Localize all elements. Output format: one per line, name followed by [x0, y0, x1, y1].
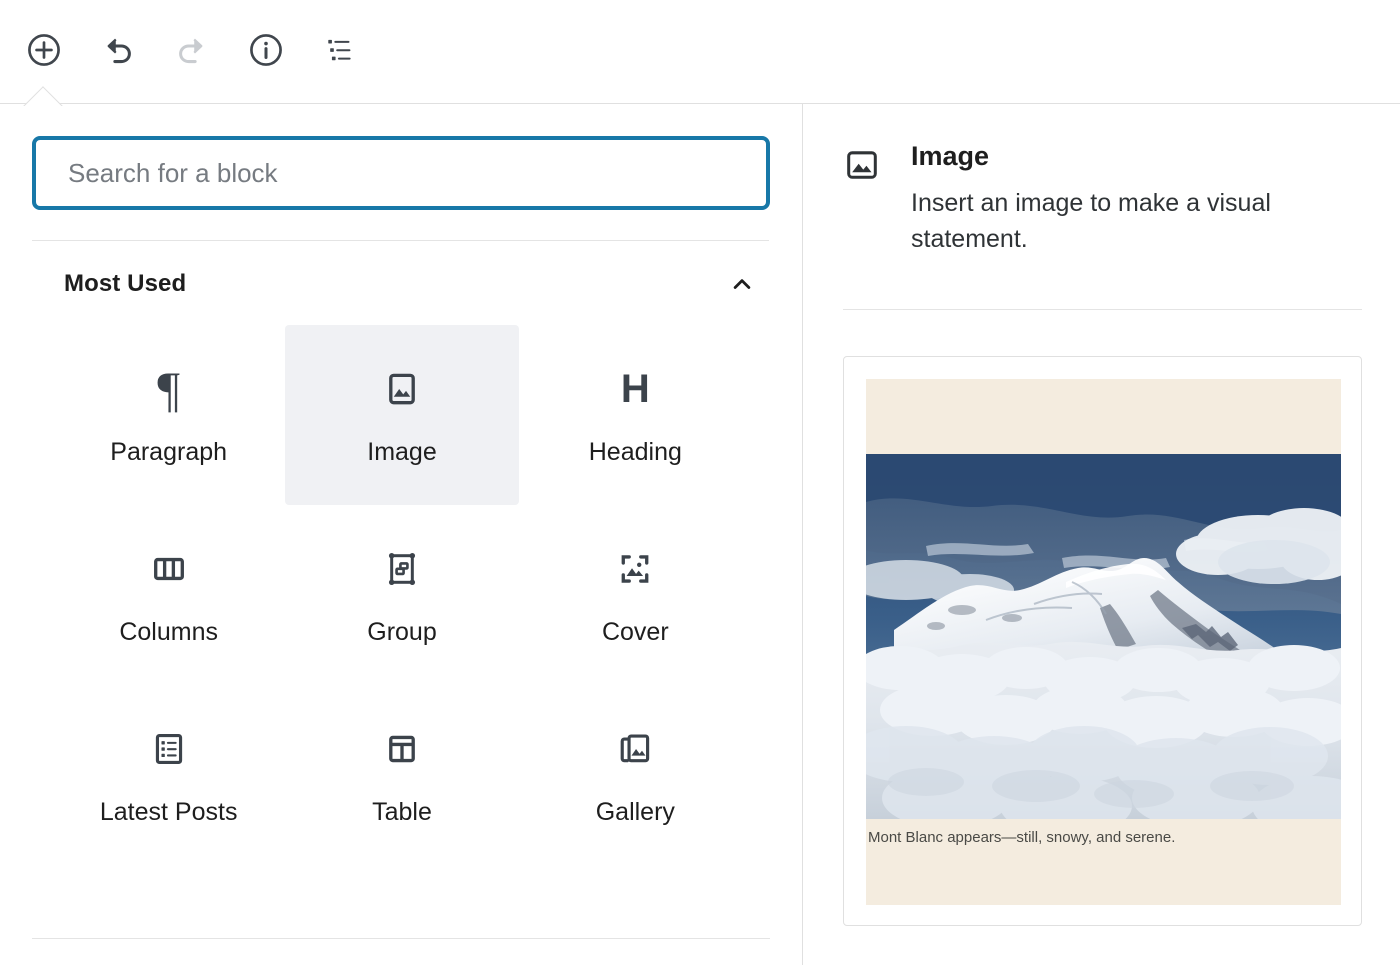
block-label: Heading [589, 440, 682, 465]
block-label: Group [367, 620, 436, 645]
table-icon [381, 726, 423, 772]
panel-title: Most Used [64, 270, 186, 298]
list-view-icon [321, 31, 359, 72]
block-item-heading[interactable]: H Heading [519, 325, 752, 505]
inserter-popover: Most Used ¶ Paragraph [0, 104, 1400, 965]
latest-posts-icon [148, 726, 190, 772]
preview-header-text: Image Insert an image to make a visual s… [911, 140, 1331, 257]
block-inserter-screen: Most Used ¶ Paragraph [0, 0, 1400, 965]
preview-divider [843, 309, 1362, 310]
inserter-left-pane: Most Used ¶ Paragraph [0, 104, 803, 965]
block-label: Cover [602, 620, 669, 645]
redo-icon [173, 31, 211, 72]
grid-bottom-divider [32, 938, 770, 939]
preview-caption: Mont Blanc appears—still, snowy, and ser… [868, 827, 1175, 848]
preview-title: Image [911, 140, 1331, 172]
image-icon [381, 366, 423, 412]
list-view-button[interactable] [316, 28, 364, 76]
block-item-columns[interactable]: Columns [52, 505, 285, 685]
undo-icon [99, 31, 137, 72]
plus-circle-icon [25, 31, 63, 72]
cover-icon [614, 546, 656, 592]
search-container [0, 104, 802, 210]
block-item-gallery[interactable]: Gallery [519, 685, 752, 865]
block-label: Image [367, 440, 436, 465]
block-label: Gallery [596, 800, 675, 825]
redo-button[interactable] [168, 28, 216, 76]
add-block-button[interactable] [20, 28, 68, 76]
preview-canvas: Mont Blanc appears—still, snowy, and ser… [866, 379, 1341, 905]
block-grid: ¶ Paragraph Image H Heading [0, 317, 802, 865]
editor-toolbar [0, 0, 1400, 104]
block-label: Table [372, 800, 432, 825]
block-item-paragraph[interactable]: ¶ Paragraph [52, 325, 285, 505]
details-button[interactable] [242, 28, 290, 76]
mont-blanc-photo [866, 454, 1341, 819]
block-preview-card: Mont Blanc appears—still, snowy, and ser… [843, 356, 1362, 926]
block-label: Columns [119, 620, 218, 645]
image-icon [843, 140, 881, 189]
block-item-image[interactable]: Image [285, 325, 518, 505]
block-label: Latest Posts [100, 800, 238, 825]
block-label: Paragraph [110, 440, 227, 465]
undo-button[interactable] [94, 28, 142, 76]
block-item-latest-posts[interactable]: Latest Posts [52, 685, 285, 865]
chevron-up-icon [727, 269, 757, 299]
preview-description: Insert an image to make a visual stateme… [911, 186, 1331, 257]
columns-icon [148, 546, 190, 592]
gallery-icon [614, 726, 656, 772]
heading-icon: H [621, 366, 650, 412]
preview-header: Image Insert an image to make a visual s… [843, 140, 1362, 257]
panel-header-most-used[interactable]: Most Used [32, 241, 769, 317]
search-input[interactable] [32, 136, 770, 210]
block-item-table[interactable]: Table [285, 685, 518, 865]
paragraph-icon: ¶ [157, 366, 180, 412]
info-circle-icon [247, 31, 285, 72]
inserter-preview-pane: Image Insert an image to make a visual s… [803, 104, 1400, 965]
block-item-group[interactable]: Group [285, 505, 518, 685]
group-icon [381, 546, 423, 592]
block-item-cover[interactable]: Cover [519, 505, 752, 685]
